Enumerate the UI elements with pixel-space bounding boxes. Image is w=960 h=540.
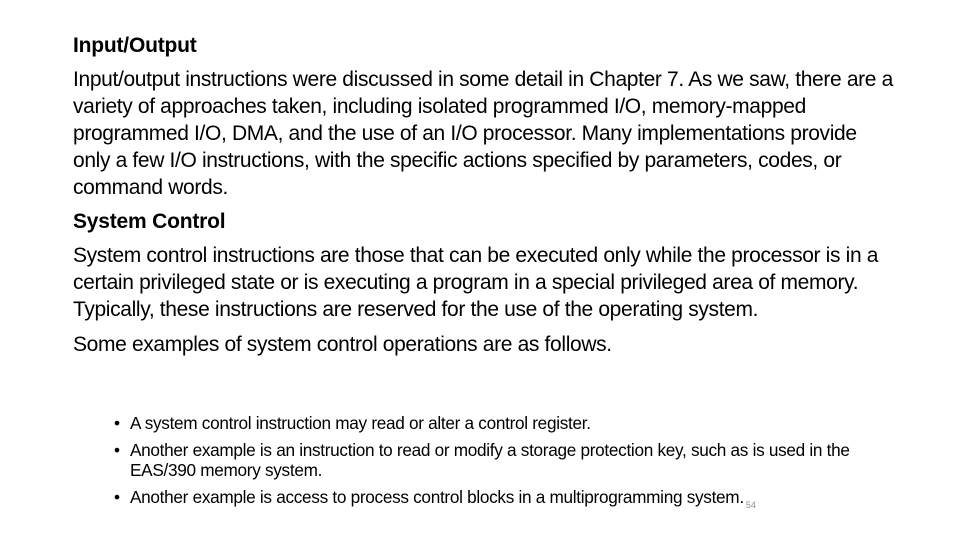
list-item-text: Another example is access to process con…	[130, 486, 744, 507]
section-body-input-output: Input/output instructions were discussed…	[73, 68, 893, 199]
bullet-icon: •	[114, 486, 120, 507]
list-item-text: A system control instruction may read or…	[130, 413, 591, 433]
section-body-system-control: System control instructions are those th…	[73, 244, 879, 321]
list-item-text: Another example is an instruction to rea…	[130, 439, 850, 481]
page-number: 54	[745, 499, 756, 510]
section-heading-system-control: System Control	[73, 210, 226, 233]
list-item: • A system control instruction may read …	[114, 413, 914, 434]
bullet-icon: •	[114, 439, 120, 460]
list-item: • Another example is an instruction to r…	[114, 440, 914, 481]
slide-content: Input/Output Input/output instructions w…	[73, 32, 893, 365]
examples-intro: Some examples of system control operatio…	[73, 333, 612, 356]
slide: Input/Output Input/output instructions w…	[0, 0, 960, 540]
section-heading-input-output: Input/Output	[73, 34, 197, 57]
list-item: • Another example is access to process c…	[114, 487, 914, 511]
examples-list: • A system control instruction may read …	[114, 413, 914, 516]
bullet-icon: •	[114, 413, 120, 433]
